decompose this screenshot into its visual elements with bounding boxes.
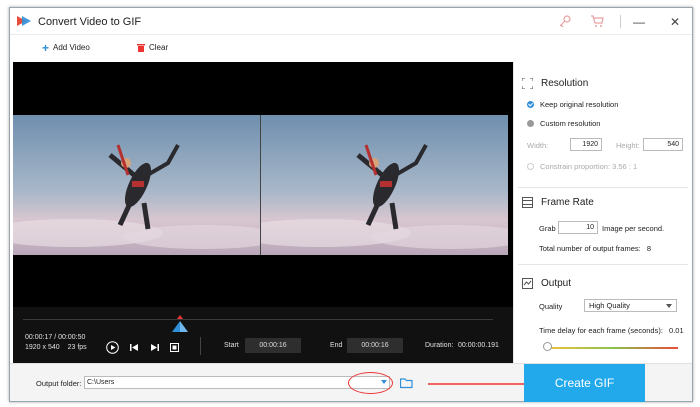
radio-selected-icon	[527, 101, 534, 108]
grab-input[interactable]: 10	[558, 221, 598, 234]
duration-value: 00:00:00.191	[458, 342, 499, 349]
cart-icon[interactable]	[590, 14, 604, 28]
delay-text: Time delay for each frame (seconds):	[539, 326, 663, 335]
time-readout: 00:00:17 / 00:00:50	[25, 334, 85, 341]
total-frames-value: 8	[646, 244, 651, 253]
current-time: 00:00:17	[25, 334, 53, 341]
player-controls: 00:00:17 / 00:00:50 1920 x 540 23 fps St…	[13, 307, 513, 363]
previous-frame-button[interactable]	[127, 340, 141, 354]
quality-label: Quality	[539, 302, 563, 311]
output-icon	[522, 278, 533, 289]
grab-label: Grab	[539, 224, 556, 233]
plus-icon: +	[42, 40, 50, 55]
skydiver-image-preview	[261, 115, 508, 255]
total-time: 00:00:50	[58, 334, 86, 341]
section-divider	[518, 264, 688, 265]
next-frame-button[interactable]	[147, 340, 161, 354]
start-label: Start	[224, 342, 239, 349]
delay-slider-handle[interactable]	[543, 342, 552, 351]
section-divider	[518, 187, 688, 188]
original-frame	[13, 115, 260, 255]
snapshot-icon	[169, 342, 179, 352]
output-header: Output	[522, 278, 571, 289]
resolution-header: Resolution	[522, 78, 588, 89]
keep-resolution-option[interactable]: Keep original resolution	[527, 100, 618, 109]
window-title: Convert Video to GIF	[38, 16, 142, 28]
app-window: Convert Video to GIF — ✕ + Add Video Cle…	[9, 7, 693, 402]
constrain-proportion-option[interactable]: Constrain proportion: 3.56 : 1	[527, 162, 637, 171]
chevron-down-icon	[666, 304, 672, 308]
output-folder-label: Output folder:	[36, 379, 82, 388]
per-second-label: Image per second.	[602, 224, 665, 233]
custom-resolution-option[interactable]: Custom resolution	[527, 119, 600, 128]
radio-unselected-icon	[527, 120, 534, 127]
width-input[interactable]: 1920	[570, 138, 602, 151]
quality-value: High Quality	[589, 301, 630, 310]
time-separator: /	[54, 334, 57, 341]
controls-divider	[200, 337, 201, 355]
highlight-oval	[348, 372, 393, 394]
resolution-title: Resolution	[541, 78, 589, 89]
output-folder-input[interactable]: C:\Users	[84, 376, 390, 389]
play-icon	[105, 340, 119, 354]
trash-icon	[137, 44, 145, 52]
media-info: 1920 x 540 23 fps	[25, 344, 87, 351]
key-icon[interactable]	[558, 14, 572, 28]
clear-label: Clear	[149, 43, 169, 52]
pointer-arrow	[428, 380, 538, 388]
quality-select[interactable]: High Quality	[584, 299, 677, 312]
width-label: Width:	[527, 141, 549, 150]
footer-bar: Output folder: C:\Users Create GIF	[10, 363, 692, 402]
frame-rate-header: Frame Rate	[522, 197, 594, 208]
height-input[interactable]: 540	[643, 138, 683, 151]
trim-marker-icon[interactable]	[171, 315, 189, 333]
delay-label: Time delay for each frame (seconds): 0.0…	[539, 326, 684, 335]
title-bar: Convert Video to GIF — ✕	[10, 8, 692, 35]
toolbar: + Add Video Clear	[10, 36, 692, 62]
output-title: Output	[541, 278, 572, 289]
preview-frame	[261, 115, 508, 255]
add-video-button[interactable]: + Add Video	[42, 40, 90, 55]
play-button[interactable]	[105, 340, 119, 354]
video-preview	[13, 62, 513, 307]
start-time-input[interactable]: 00:00:16	[245, 338, 301, 353]
minimize-icon: —	[633, 14, 645, 29]
frame-rate-title: Frame Rate	[541, 197, 594, 208]
timeline-track[interactable]	[23, 319, 493, 320]
clear-button[interactable]: Clear	[137, 43, 168, 52]
snapshot-button[interactable]	[167, 340, 181, 354]
resolution-icon	[522, 78, 533, 89]
constrain-label: Constrain proportion: 3.56 : 1	[540, 162, 638, 171]
resolution-readout: 1920 x 540	[25, 344, 60, 351]
total-frames-text: Total number of output frames:	[539, 244, 641, 253]
end-label: End	[330, 342, 343, 349]
custom-resolution-label: Custom resolution	[540, 119, 601, 128]
end-time-input[interactable]: 00:00:16	[347, 338, 403, 353]
close-icon: ✕	[669, 14, 681, 29]
total-frames-label: Total number of output frames: 8	[539, 244, 651, 253]
skydiver-image	[13, 115, 260, 255]
checkbox-disabled-icon	[527, 163, 534, 170]
settings-panel: Resolution Keep original resolution Cust…	[513, 62, 692, 363]
app-logo-icon	[17, 16, 31, 26]
minimize-button[interactable]: —	[624, 8, 654, 35]
title-separator	[620, 15, 621, 28]
keep-resolution-label: Keep original resolution	[540, 100, 619, 109]
skip-back-icon	[129, 343, 138, 351]
delay-value: 0.01	[669, 326, 684, 335]
skip-forward-icon	[150, 343, 159, 351]
duration-label: Duration:	[425, 342, 454, 349]
film-icon	[522, 197, 533, 208]
close-button[interactable]: ✕	[660, 8, 690, 35]
create-gif-button[interactable]: Create GIF	[524, 364, 645, 402]
height-label: Height:	[616, 141, 640, 150]
add-video-label: Add Video	[53, 43, 90, 52]
open-folder-icon[interactable]	[400, 377, 414, 389]
fps-readout: 23 fps	[67, 344, 87, 351]
delay-slider-track[interactable]	[548, 347, 678, 349]
